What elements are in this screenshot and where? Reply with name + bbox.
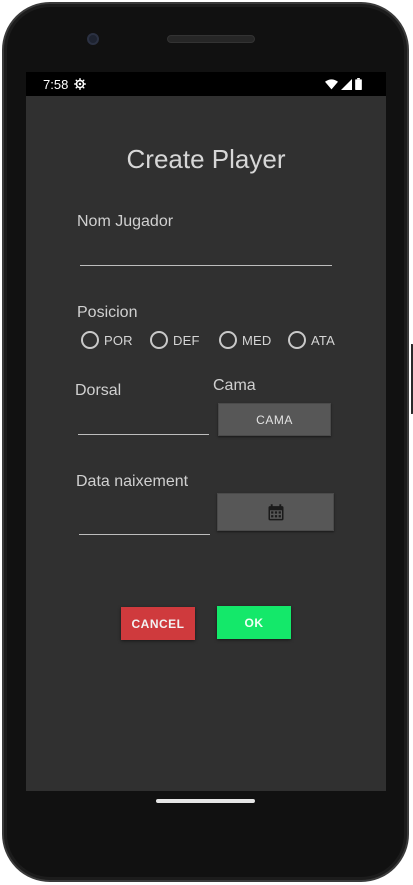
radio-med[interactable]: MED (219, 330, 272, 350)
wifi-icon (325, 78, 338, 89)
radio-label: ATA (311, 332, 335, 348)
status-icons (325, 78, 362, 90)
radio-circle-icon (288, 331, 306, 349)
radio-por[interactable]: POR (81, 330, 133, 350)
radio-circle-icon (150, 331, 168, 349)
birth-date-input[interactable] (79, 508, 210, 535)
cama-label: Cama (213, 377, 256, 394)
radio-label: DEF (173, 332, 200, 348)
radio-ata[interactable]: ATA (288, 330, 335, 350)
position-label: Posicion (77, 304, 138, 321)
date-picker-button[interactable] (217, 493, 334, 531)
calendar-icon (268, 503, 283, 520)
cama-button[interactable]: CAMA (218, 403, 331, 436)
cancel-button[interactable]: CANCEL (121, 607, 195, 640)
dorsal-input[interactable] (78, 408, 209, 435)
ok-button[interactable]: OK (217, 606, 291, 639)
earpiece-speaker (167, 35, 255, 43)
front-camera (87, 33, 99, 45)
birth-date-label: Data naixement (76, 473, 189, 490)
radio-label: POR (104, 332, 133, 348)
status-bar: 7:58 (26, 72, 386, 96)
create-player-screen: Create Player Nom Jugador Posicion POR D… (26, 96, 386, 791)
gear-icon (74, 78, 86, 90)
radio-label: MED (242, 332, 272, 348)
radio-circle-icon (219, 331, 237, 349)
home-indicator[interactable] (156, 799, 255, 803)
radio-circle-icon (81, 331, 99, 349)
battery-icon (355, 78, 362, 90)
player-name-input[interactable] (80, 240, 332, 266)
status-time: 7:58 (43, 77, 69, 92)
signal-icon (341, 78, 352, 90)
page-title: Create Player (126, 144, 286, 174)
radio-def[interactable]: DEF (150, 330, 200, 350)
player-name-label: Nom Jugador (77, 213, 174, 230)
dorsal-label: Dorsal (75, 382, 122, 399)
